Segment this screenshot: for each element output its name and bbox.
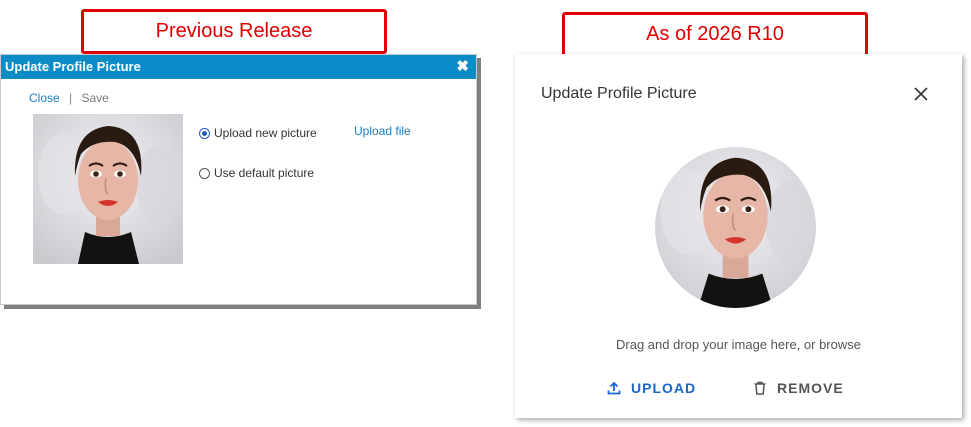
save-link[interactable]: Save xyxy=(82,91,109,105)
upload-file-link[interactable]: Upload file xyxy=(354,124,411,138)
separator: | xyxy=(69,91,73,105)
upload-new-picture-option[interactable]: Upload new picture xyxy=(199,126,317,140)
old-dialog-titlebar: Update Profile Picture ✖ xyxy=(1,55,476,79)
trash-icon xyxy=(754,381,766,395)
current-release-callout: As of 2026 R10 xyxy=(562,12,868,57)
previous-release-label: Previous Release xyxy=(155,20,313,42)
close-link[interactable]: Close xyxy=(29,91,60,105)
previous-release-callout: Previous Release xyxy=(81,9,387,54)
drag-drop-hint: Drag and drop your image here, or browse xyxy=(616,337,861,352)
new-dialog-title: Update Profile Picture xyxy=(541,85,697,102)
close-icon[interactable]: ✖ xyxy=(456,55,469,79)
remove-label: REMOVE xyxy=(777,380,844,396)
use-default-picture-option[interactable]: Use default picture xyxy=(199,166,314,180)
upload-new-picture-label: Upload new picture xyxy=(214,126,317,140)
upload-label: UPLOAD xyxy=(631,380,697,396)
radio-unselected[interactable] xyxy=(199,167,210,179)
old-dialog-actions: Close | Save xyxy=(29,91,109,105)
remove-button[interactable]: REMOVE xyxy=(753,380,844,396)
upload-button[interactable]: UPLOAD xyxy=(607,380,696,396)
close-icon[interactable] xyxy=(912,85,930,103)
old-dialog-title: Update Profile Picture xyxy=(5,59,141,74)
upload-icon xyxy=(607,381,621,395)
profile-photo-circle xyxy=(655,147,816,308)
profile-photo xyxy=(33,114,183,264)
old-update-profile-picture-dialog: Update Profile Picture ✖ Close | Save Up… xyxy=(0,54,477,305)
current-release-label: As of 2026 R10 xyxy=(646,23,784,45)
new-update-profile-picture-dialog: Update Profile Picture Drag and drop you… xyxy=(515,54,962,418)
radio-selected[interactable] xyxy=(199,127,210,139)
use-default-picture-label: Use default picture xyxy=(214,166,315,180)
